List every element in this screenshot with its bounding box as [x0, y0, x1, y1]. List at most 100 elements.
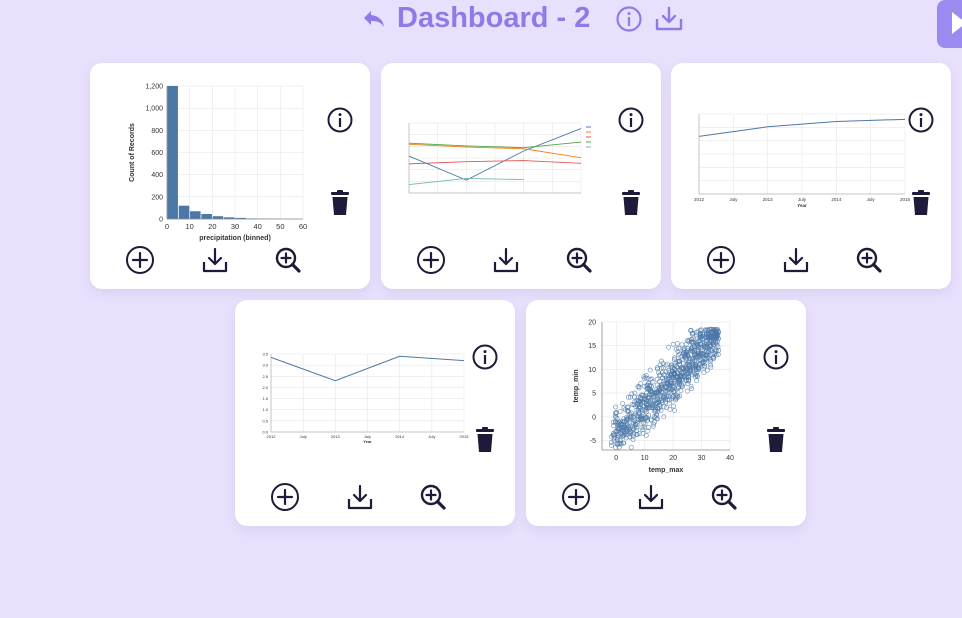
scatter-point — [684, 388, 690, 394]
download-button[interactable] — [491, 245, 521, 275]
back-button[interactable] — [361, 6, 387, 32]
info-circle-icon — [618, 107, 644, 133]
y-tick-label: 3.5 — [262, 352, 268, 357]
zoom-in-icon — [856, 247, 882, 273]
add-button[interactable] — [561, 482, 591, 512]
scatter-point — [613, 404, 619, 410]
y-tick-label: 1.5 — [262, 396, 268, 401]
trash-icon — [912, 190, 930, 215]
scatter-chart: -5 0 5 10 15 20 0 10 20 30 40 temp_max temp_min — [566, 315, 741, 490]
zoom-button[interactable] — [709, 482, 739, 512]
x-tick-label: 30 — [231, 222, 239, 231]
zoom-in-icon — [566, 247, 592, 273]
download-icon — [493, 247, 519, 273]
histogram-bar — [167, 86, 178, 219]
y-tick-label: 3.0 — [262, 363, 268, 368]
info-circle-icon — [763, 344, 789, 370]
add-button[interactable] — [125, 245, 155, 275]
download-button[interactable] — [636, 482, 666, 512]
zoom-in-icon — [420, 484, 446, 510]
plus-circle-icon — [417, 246, 445, 274]
zoom-button[interactable] — [273, 245, 303, 275]
x-tick-label: 40 — [253, 222, 261, 231]
zoom-button[interactable] — [854, 245, 884, 275]
download-icon — [202, 247, 228, 273]
x-tick-label: July — [798, 197, 807, 202]
zoom-in-icon — [275, 247, 301, 273]
download-button[interactable] — [345, 482, 375, 512]
scatter-point — [647, 367, 653, 373]
info-button[interactable] — [907, 106, 935, 134]
add-button[interactable] — [270, 482, 300, 512]
add-button[interactable] — [416, 245, 446, 275]
info-button[interactable] — [471, 343, 499, 371]
scatter-point — [628, 444, 634, 450]
chart-card-single-line: 2012 July 2013 July 2014 July 2015 Year — [671, 63, 951, 289]
single-line-chart: 2012 July 2013 July 2014 July 2015 Year — [685, 108, 911, 218]
zoom-button[interactable] — [418, 482, 448, 512]
x-tick-label: 2015 — [460, 434, 470, 439]
x-tick-label: 20 — [669, 455, 677, 462]
y-tick-label: 1.0 — [262, 407, 268, 412]
download-button[interactable] — [200, 245, 230, 275]
y-tick-label: 200 — [151, 194, 163, 201]
scatter-point — [638, 380, 644, 386]
download-button[interactable] — [781, 245, 811, 275]
delete-button[interactable] — [471, 426, 499, 454]
scatter-point — [679, 342, 685, 348]
x-tick-label: 60 — [299, 222, 307, 231]
y-axis-title: temp_min — [573, 369, 580, 402]
y-tick-label: 800 — [151, 128, 163, 135]
zoom-button[interactable] — [564, 245, 594, 275]
play-icon — [952, 12, 962, 34]
info-button[interactable] — [762, 343, 790, 371]
download-icon — [347, 484, 373, 510]
x-tick-label: 10 — [185, 222, 193, 231]
x-tick-label: 20 — [208, 222, 216, 231]
x-tick-label: 2013 — [763, 197, 774, 202]
zigzag-line-svg: 0.00.51.01.52.02.53.03.52012 July 2013 July… — [262, 352, 470, 445]
download-icon — [655, 6, 683, 31]
download-icon — [783, 247, 809, 273]
delete-button[interactable] — [617, 189, 645, 217]
delete-button[interactable] — [907, 189, 935, 217]
present-button[interactable] — [937, 0, 962, 48]
plus-circle-icon — [126, 246, 154, 274]
scatter-point — [617, 409, 623, 414]
y-tick-label: 0.5 — [262, 418, 268, 423]
scatter-point — [688, 383, 694, 389]
multi-line-svg — [408, 122, 591, 194]
chart-card-zigzag-line: 0.0 0.5 1.0 1.5 2.0 2.5 3.0 3.5 2012 July 2013 July… — [235, 300, 515, 526]
delete-button[interactable] — [762, 426, 790, 454]
undo-arrow-icon — [364, 11, 384, 27]
dashboard-download-button[interactable] — [654, 5, 684, 33]
y-axis-title: Count of Records — [129, 123, 136, 182]
page-title: Dashboard - 2 — [397, 2, 591, 34]
y-tick-label: 10 — [588, 367, 596, 374]
x-axis-title: temp_max — [649, 467, 684, 474]
chart-card-scatter: -5 0 5 10 15 20 0 10 20 30 40 temp_max temp_min — [526, 300, 806, 526]
info-button[interactable] — [326, 106, 354, 134]
histogram-bar — [178, 205, 190, 219]
add-button[interactable] — [706, 245, 736, 275]
info-circle-icon — [908, 107, 934, 133]
trash-icon — [331, 190, 349, 215]
delete-button[interactable] — [326, 189, 354, 217]
x-axis-title: Year — [363, 439, 372, 444]
info-button[interactable] — [617, 106, 645, 134]
chart-card-histogram: 0 200 400 600 800 1,000 1,200 0 10 20 30 40 50 60 prec… — [90, 63, 370, 289]
x-tick-label: 0 — [614, 455, 618, 462]
single-line-svg: 2012 July 2013 July 2014 July 2015Year — [694, 113, 911, 208]
info-circle-icon — [472, 344, 498, 370]
dashboard-info-button[interactable] — [615, 5, 643, 33]
x-tick-label: 2014 — [395, 434, 405, 439]
histogram-svg: 0 200 400 600 800 1,000 1,200 0 10 20 30 40 50 60 prec… — [129, 84, 307, 243]
x-tick-label: 2012 — [267, 434, 277, 439]
y-tick-label: 15 — [588, 343, 596, 350]
scatter-point — [674, 341, 680, 346]
histogram-bar — [190, 211, 201, 219]
trash-icon — [767, 427, 785, 452]
plus-circle-icon — [562, 483, 590, 511]
y-tick-label: 2.5 — [262, 374, 268, 379]
scatter-point — [671, 403, 677, 409]
